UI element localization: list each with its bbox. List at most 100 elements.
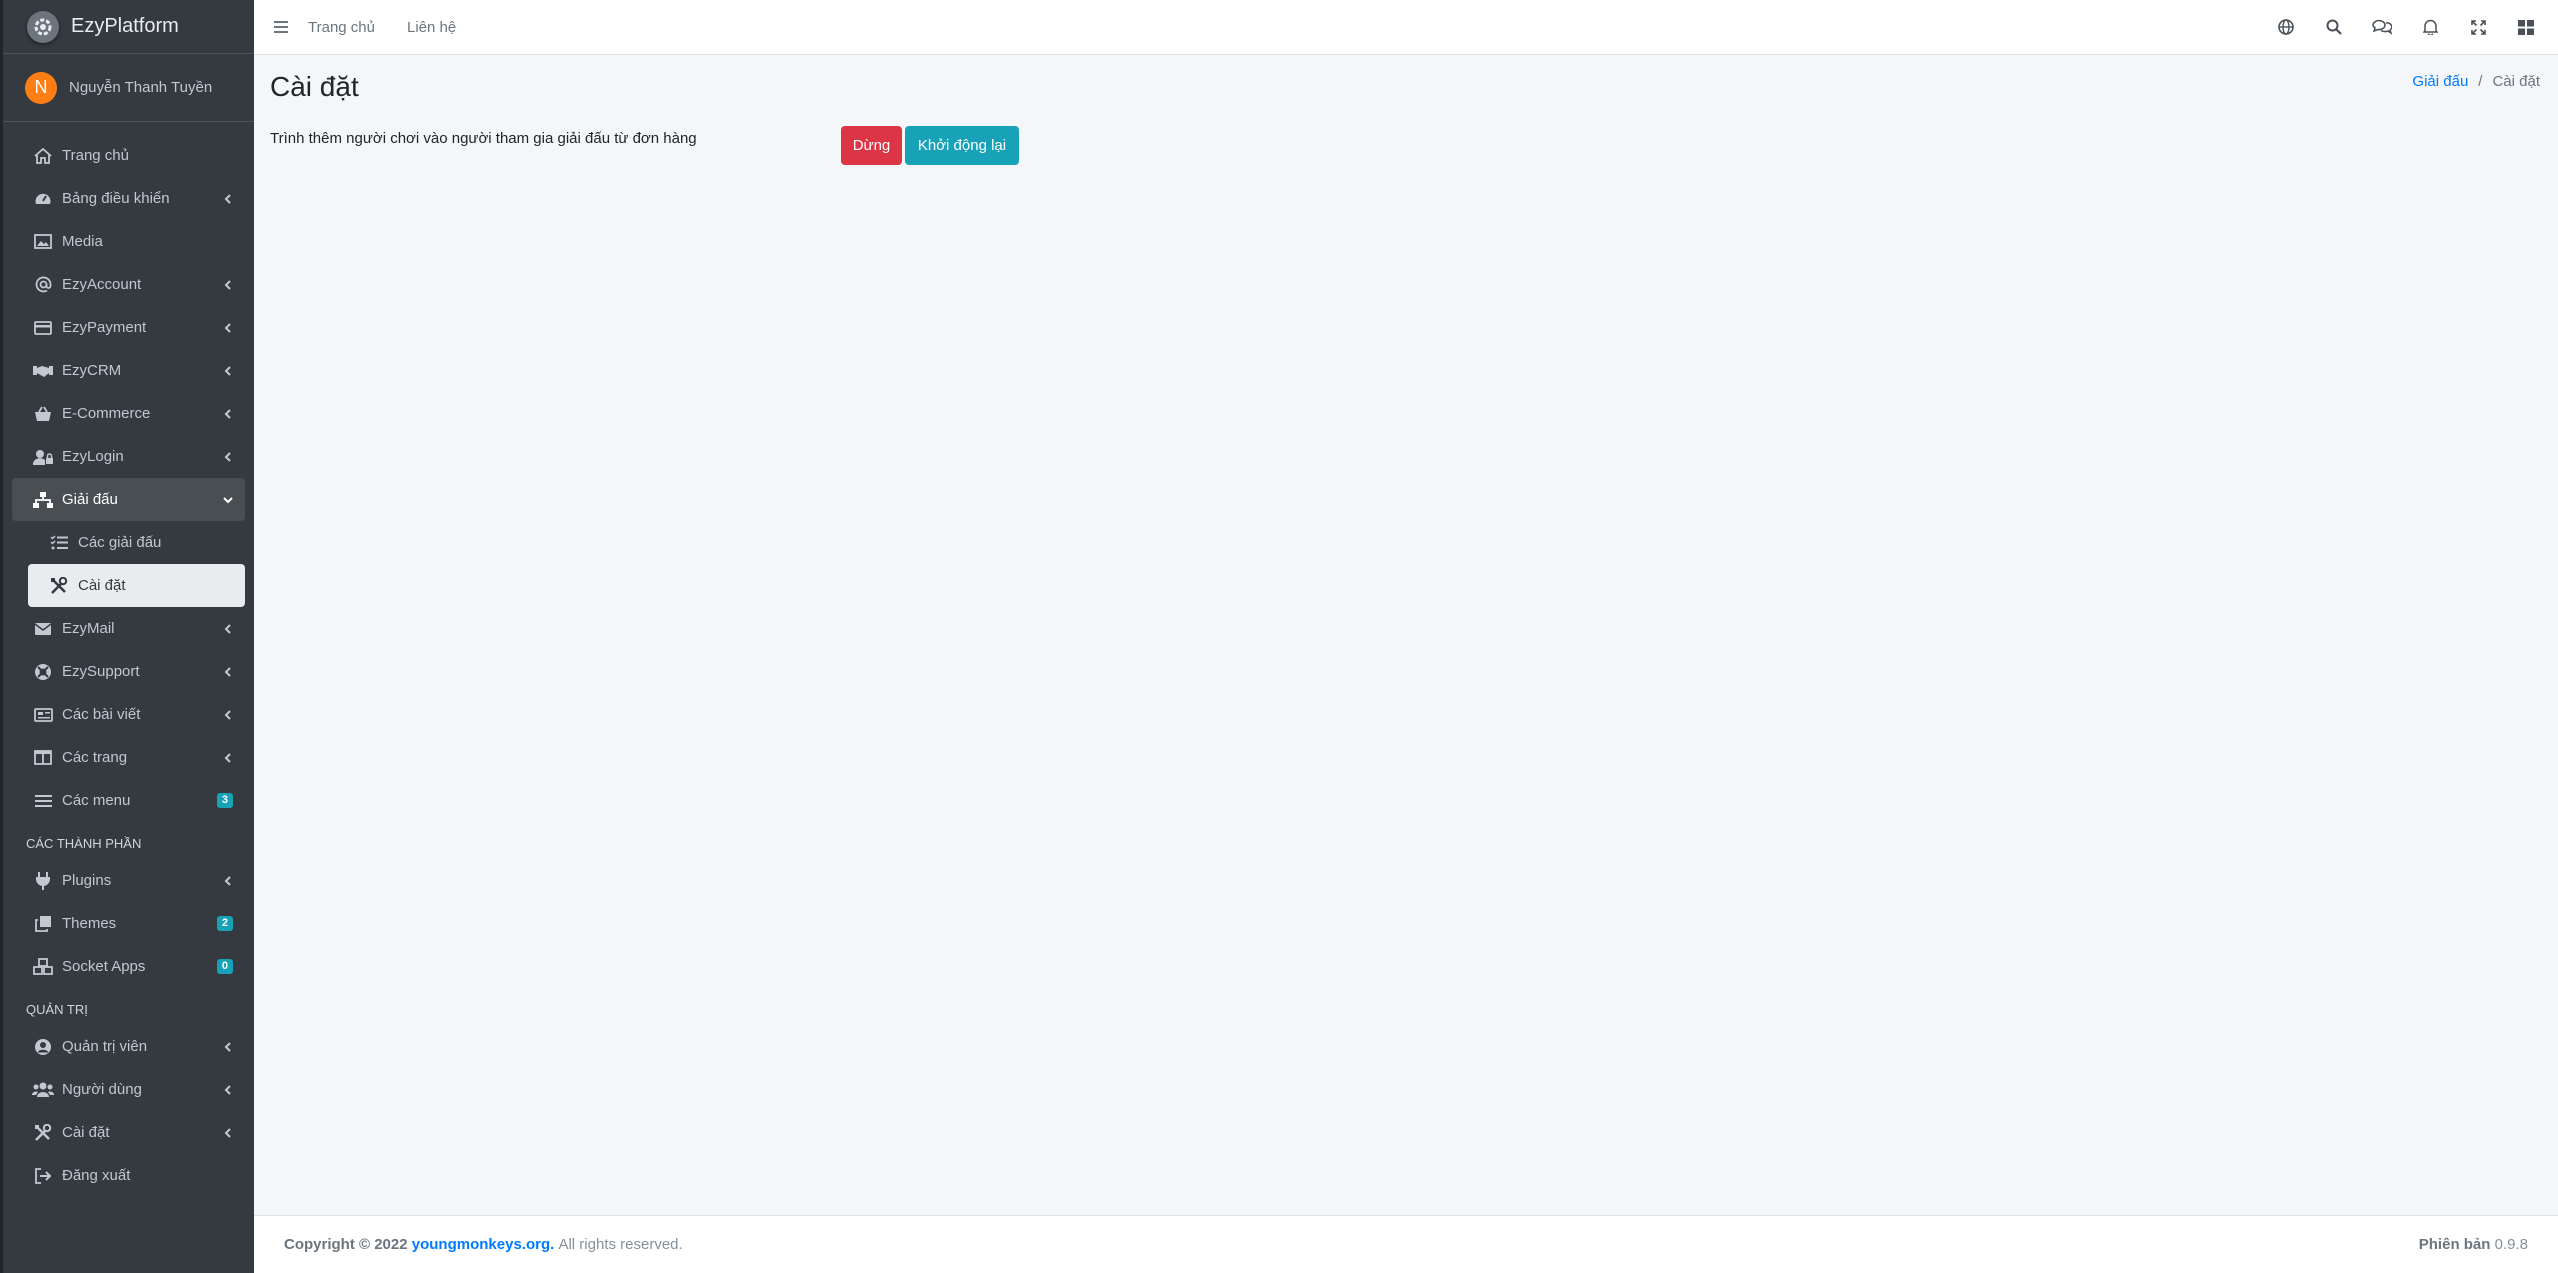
dashboard-icon: [32, 188, 54, 210]
cubes-icon: [32, 956, 54, 978]
main-content: Cài đặt Giải đấu / Cài đặt Trình thêm ng…: [254, 55, 2558, 1215]
brand-link[interactable]: EzyPlatform: [3, 0, 254, 54]
breadcrumb-tournament-link[interactable]: Giải đấu: [2412, 73, 2468, 90]
sidebar-item-socket-apps[interactable]: Socket Apps 0: [12, 945, 245, 988]
version-label: Phiên bản: [2418, 1236, 2491, 1253]
worker-description: Trình thêm người chơi vào người tham gia…: [270, 130, 697, 147]
sidebar-item-settings[interactable]: Cài đặt: [12, 1111, 245, 1154]
sidebar-item-ecommerce[interactable]: E-Commerce: [12, 392, 245, 435]
sidebar-item-plugins[interactable]: Plugins: [12, 859, 245, 902]
th-large-icon[interactable]: [2502, 19, 2550, 35]
sidebar-item-media[interactable]: Media: [12, 220, 245, 263]
chevron-left-icon: [224, 875, 231, 886]
chevron-left-icon: [224, 623, 231, 634]
chevron-left-icon: [224, 1084, 231, 1095]
user-panel[interactable]: N Nguyễn Thanh Tuyền: [3, 54, 254, 122]
breadcrumb-separator: /: [2478, 73, 2483, 90]
expand-icon[interactable]: [2454, 19, 2502, 35]
sidebar-item-tournaments-list[interactable]: Các giải đấu: [12, 521, 245, 564]
restart-button[interactable]: Khởi động lại: [905, 126, 1019, 165]
sidebar-nav: Trang chủ Bảng điều khiển Media EzyAccou…: [3, 122, 254, 1197]
chevron-left-icon: [224, 451, 231, 462]
topbar-home-link[interactable]: Trang chủ: [308, 19, 375, 36]
at-icon: [32, 274, 54, 296]
user-circle-icon: [32, 1036, 54, 1058]
sidebar-item-ezypayment[interactable]: EzyPayment: [12, 306, 245, 349]
chevron-left-icon: [224, 1041, 231, 1052]
columns-icon: [32, 747, 54, 769]
chevron-left-icon: [224, 322, 231, 333]
sidebar-item-ezylogin[interactable]: EzyLogin: [12, 435, 245, 478]
version-number: 0.9.8: [2494, 1236, 2528, 1253]
nav-header-admin: QUẢN TRỊ: [26, 1002, 88, 1017]
sidebar-item-posts[interactable]: Các bài viết: [12, 693, 245, 736]
hamburger-icon[interactable]: [254, 21, 308, 33]
topbar: Trang chủ Liên hệ: [254, 0, 2558, 55]
sign-out-icon: [32, 1165, 54, 1187]
sidebar-item-ezymail[interactable]: EzyMail: [12, 607, 245, 650]
sidebar-item-home[interactable]: Trang chủ: [12, 134, 245, 177]
chevron-left-icon: [224, 709, 231, 720]
search-icon[interactable]: [2310, 19, 2358, 35]
chevron-left-icon: [224, 193, 231, 204]
chevron-left-icon: [224, 365, 231, 376]
sidebar-item-menus[interactable]: Các menu 3: [12, 779, 245, 822]
user-lock-icon: [32, 446, 54, 468]
themes-count-badge: 2: [216, 916, 233, 931]
brand-name: EzyPlatform: [71, 15, 179, 37]
sidebar-item-ezysupport[interactable]: EzySupport: [12, 650, 245, 693]
sidebar-item-dashboard[interactable]: Bảng điều khiển: [12, 177, 245, 220]
users-icon: [32, 1079, 54, 1101]
handshake-icon: [32, 360, 54, 382]
footer: Copyright © 2022 youngmonkeys.org. All r…: [254, 1215, 2558, 1273]
sidebar-item-pages[interactable]: Các trang: [12, 736, 245, 779]
home-icon: [32, 145, 54, 167]
footer-copyright: Copyright © 2022: [284, 1236, 408, 1253]
bell-icon[interactable]: [2406, 19, 2454, 35]
sidebar-item-ezyaccount[interactable]: EzyAccount: [12, 263, 245, 306]
gear-logo-icon: [27, 10, 59, 43]
footer-link[interactable]: youngmonkeys.org.: [412, 1236, 555, 1253]
chevron-left-icon: [224, 1127, 231, 1138]
sidebar-item-admins[interactable]: Quản trị viên: [12, 1025, 245, 1068]
life-ring-icon: [32, 661, 54, 683]
plug-icon: [32, 870, 54, 892]
sidebar-item-tournament-settings[interactable]: Cài đặt: [28, 564, 245, 607]
sidebar-item-ezycrm[interactable]: EzyCRM: [12, 349, 245, 392]
chevron-down-icon: [223, 496, 233, 503]
globe-icon[interactable]: [2262, 19, 2310, 35]
tools-icon: [48, 575, 70, 597]
envelope-icon: [32, 618, 54, 640]
socket-apps-count-badge: 0: [216, 959, 233, 974]
user-name: Nguyễn Thanh Tuyền: [69, 79, 213, 96]
breadcrumb-current: Cài đặt: [2492, 73, 2540, 90]
chevron-left-icon: [224, 279, 231, 290]
topbar-contact-link[interactable]: Liên hệ: [407, 19, 456, 36]
chevron-left-icon: [224, 408, 231, 419]
sitemap-icon: [32, 489, 54, 511]
newspaper-icon: [32, 704, 54, 726]
list-check-icon: [48, 532, 70, 554]
menus-count-badge: 3: [216, 793, 233, 808]
comments-icon[interactable]: [2358, 19, 2406, 35]
chevron-left-icon: [224, 752, 231, 763]
clone-icon: [32, 913, 54, 935]
page-title: Cài đặt: [270, 71, 359, 102]
nav-header-components: CÁC THÀNH PHẦN: [26, 836, 142, 851]
sidebar-item-logout[interactable]: Đăng xuất: [12, 1154, 245, 1197]
tools-icon: [32, 1122, 54, 1144]
sidebar-item-tournament[interactable]: Giải đấu: [12, 478, 245, 521]
image-icon: [32, 231, 54, 253]
breadcrumb: Giải đấu / Cài đặt: [2412, 73, 2540, 90]
footer-version: Phiên bản 0.9.8: [2419, 1236, 2528, 1253]
sidebar-item-themes[interactable]: Themes 2: [12, 902, 245, 945]
bars-icon: [32, 790, 54, 812]
chevron-left-icon: [224, 666, 231, 677]
stop-button[interactable]: Dừng: [841, 126, 902, 165]
avatar: N: [25, 71, 57, 104]
sidebar: EzyPlatform N Nguyễn Thanh Tuyền Trang c…: [0, 0, 254, 1273]
credit-card-icon: [32, 317, 54, 339]
basket-icon: [32, 403, 54, 425]
footer-rights: All rights reserved.: [558, 1236, 683, 1253]
sidebar-item-users[interactable]: Người dùng: [12, 1068, 245, 1111]
